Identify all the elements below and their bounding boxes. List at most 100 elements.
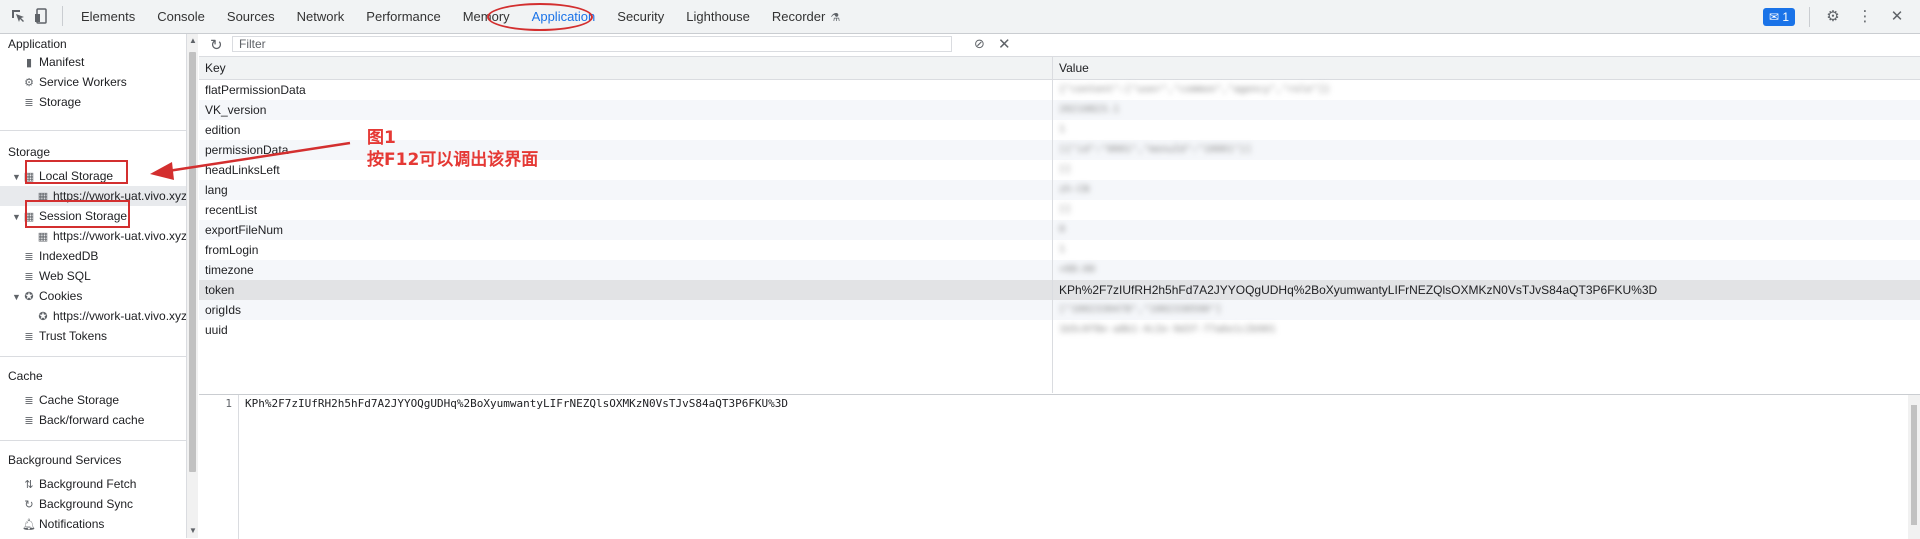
tab-memory[interactable]: Memory (452, 0, 521, 34)
table-row[interactable]: exportFileNum 0 (199, 220, 1920, 240)
tab-network[interactable]: Network (286, 0, 356, 34)
sidebar-item-manifest[interactable]: ▮ Manifest (22, 52, 84, 72)
table-icon: ▦ (23, 171, 35, 183)
tab-lighthouse[interactable]: Lighthouse (675, 0, 761, 34)
table-row[interactable]: recentList [] (199, 200, 1920, 220)
expand-triangle-icon[interactable]: ▼ (12, 207, 22, 227)
row-value: +08:00 (1059, 264, 1096, 275)
sidebar-item-background-fetch[interactable]: ⇅ Background Fetch (22, 474, 136, 494)
row-key: edition (205, 123, 241, 137)
close-icon[interactable]: ✕ (1888, 8, 1906, 26)
sidebar-item-session-storage-origin[interactable]: ▦ https://vwork-uat.vivo.xyz (36, 226, 186, 246)
refresh-icon[interactable]: ↻ (210, 36, 223, 54)
tab-application[interactable]: Application (521, 0, 607, 34)
table-icon: ▦ (37, 231, 49, 243)
column-divider[interactable] (1052, 57, 1053, 393)
row-key: exportFileNum (205, 223, 284, 237)
sidebar-item-notifications[interactable]: 🔔︎ Notifications (22, 514, 104, 534)
row-key: recentList (205, 203, 258, 217)
tab-elements[interactable]: Elements (70, 0, 146, 34)
row-value: 1 (1059, 244, 1066, 255)
database-icon: ≣ (24, 395, 34, 407)
annotation-text: 按F12可以调出该界面 (367, 150, 539, 170)
cookie-icon: ✪ (38, 311, 48, 323)
section-cache: Cache (8, 369, 43, 383)
database-icon: ≣ (24, 415, 34, 427)
device-toolbar-icon[interactable] (34, 8, 50, 24)
sidebar-scrollbar[interactable]: ▲ ▼ (186, 34, 198, 538)
experiment-flask-icon: ⚗ (830, 12, 841, 24)
sidebar-item-indexeddb[interactable]: ≣ IndexedDB (22, 246, 98, 266)
preview-scrollbar[interactable] (1908, 395, 1920, 539)
devtools-toolbar: Elements Console Sources Network Perform… (0, 0, 1920, 34)
key-column-header[interactable]: Key (205, 61, 226, 75)
sidebar-item-back-forward-cache[interactable]: ≣ Back/forward cache (22, 410, 144, 430)
sync-icon: ↻ (24, 499, 34, 511)
sidebar-item-trust-tokens[interactable]: ≣ Trust Tokens (22, 326, 107, 346)
tab-console[interactable]: Console (146, 0, 216, 34)
sidebar-item-cache-storage[interactable]: ≣ Cache Storage (22, 390, 119, 410)
tab-sources[interactable]: Sources (216, 0, 286, 34)
scroll-up-icon[interactable]: ▲ (189, 36, 197, 45)
settings-gear-icon[interactable]: ⚙ (1824, 8, 1842, 26)
message-icon: ✉ (1768, 10, 1779, 24)
storage-table: Key Value flatPermissionData {"content":[… (199, 57, 1920, 393)
sidebar-item-storage[interactable]: ≣ Storage (22, 92, 81, 112)
clear-all-icon[interactable]: ⊘ (974, 36, 985, 52)
scroll-down-icon[interactable]: ▼ (189, 526, 197, 535)
table-row[interactable]: VK_version 20210823.1 (199, 100, 1920, 120)
tab-recorder[interactable]: Recorder ⚗ (761, 0, 851, 34)
inspect-element-icon[interactable] (10, 8, 26, 24)
row-key: flatPermissionData (205, 83, 306, 97)
row-value: 1 (1059, 124, 1066, 135)
section-application: Application (8, 37, 67, 51)
table-row[interactable]: fromLogin 1 (199, 240, 1920, 260)
table-icon: ▦ (37, 191, 49, 203)
sidebar-item-websql[interactable]: ≣ Web SQL (22, 266, 90, 286)
application-sidebar: Application ▮ Manifest ⚙ Service Workers ≣… (0, 34, 186, 538)
row-value: KPh%2F7zIUfRH2h5hFd7A2JYYOQgUDHq%2BoXyum… (1059, 283, 1658, 297)
gear-icon: ⚙ (24, 77, 34, 89)
table-row[interactable]: flatPermissionData {"content":["user","co… (199, 80, 1920, 100)
value-column-header[interactable]: Value (1059, 61, 1089, 75)
section-storage: Storage (8, 145, 51, 159)
row-value: 20210823.1 (1059, 104, 1120, 115)
expand-triangle-icon[interactable]: ▼ (12, 167, 22, 187)
row-value: {"content":["user","common","agency","ro… (1059, 84, 1330, 95)
table-row[interactable]: timezone +08:00 (199, 260, 1920, 280)
sidebar-item-cookies[interactable]: ▼ ✪ Cookies (12, 286, 82, 306)
sidebar-item-label: IndexedDB (39, 249, 99, 263)
sidebar-item-label: Background Fetch (39, 477, 137, 491)
database-icon: ≣ (24, 331, 34, 343)
row-value: [{"id":"0001","menuId":"10001"}] (1059, 144, 1252, 155)
table-row[interactable]: token KPh%2F7zIUfRH2h5hFd7A2JYYOQgUDHq%2B… (199, 280, 1920, 300)
sidebar-item-label: https://vwork-uat.vivo.xyz (53, 189, 186, 203)
tab-security[interactable]: Security (606, 0, 675, 34)
sidebar-item-background-sync[interactable]: ↻ Background Sync (22, 494, 133, 514)
more-options-icon[interactable]: ⋮ (1856, 8, 1874, 26)
issues-badge[interactable]: ✉ 1 (1762, 8, 1795, 26)
filter-input[interactable] (232, 36, 952, 52)
table-row[interactable]: origIds ["1002330478","1002330590"] (199, 300, 1920, 320)
expand-triangle-icon[interactable]: ▼ (12, 287, 22, 307)
tab-performance[interactable]: Performance (355, 0, 451, 34)
sidebar-item-local-storage-origin[interactable]: ▦ https://vwork-uat.vivo.xyz (0, 186, 186, 206)
sidebar-item-service-workers[interactable]: ⚙ Service Workers (22, 72, 127, 92)
table-icon: ▦ (23, 211, 35, 223)
sidebar-item-label: Trust Tokens (39, 329, 108, 343)
sidebar-item-local-storage[interactable]: ▼ ▦ Local Storage (12, 166, 113, 186)
section-background-services: Background Services (8, 453, 122, 467)
table-row[interactable]: lang zh-CN (199, 180, 1920, 200)
table-row[interactable]: uuid 1b5c0f8e-a8b1-4c2e-9d3f-77a6e1c2b901 (199, 320, 1920, 340)
document-icon: ▮ (25, 57, 33, 69)
tab-recorder-label: Recorder (771, 9, 826, 24)
sidebar-item-session-storage[interactable]: ▼ ▦ Session Storage (12, 206, 127, 226)
preview-content[interactable]: KPh%2F7zIUfRH2h5hFd7A2JYYOQgUDHq%2BoXyum… (245, 397, 788, 410)
row-key: origIds (205, 303, 242, 317)
sidebar-scroll-thumb[interactable] (189, 52, 196, 472)
sidebar-item-cookies-origin[interactable]: ✪ https://vwork-uat.vivo.xyz (36, 306, 186, 326)
row-value: 0 (1059, 224, 1066, 235)
delete-selected-icon[interactable]: ✕ (998, 35, 1011, 53)
preview-scroll-thumb[interactable] (1911, 405, 1917, 525)
panel-tabs: Elements Console Sources Network Perform… (70, 0, 851, 34)
